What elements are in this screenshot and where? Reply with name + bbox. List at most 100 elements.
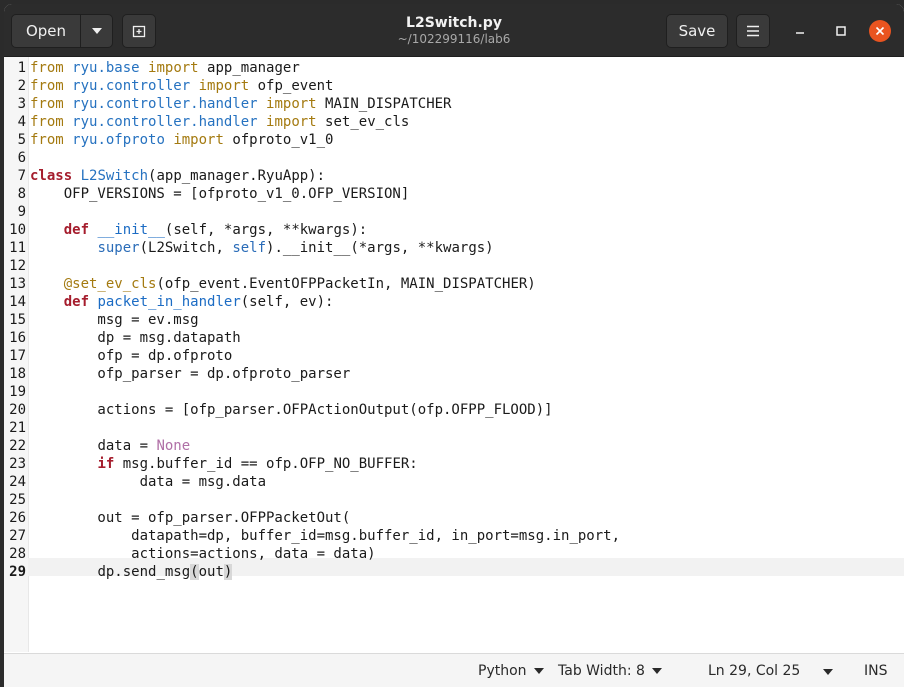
header-bar: Open L2Switch.py ~/102299116/lab6 Save <box>4 4 904 57</box>
line-number: 21 <box>9 420 26 436</box>
code-line: 24 data = msg.data <box>4 473 904 491</box>
line-text: class L2Switch(app_manager.RyuApp): <box>30 168 326 184</box>
line-number: 27 <box>9 528 26 544</box>
line-text: @set_ev_cls(ofp_event.EventOFPPacketIn, … <box>63 276 536 292</box>
line-text: dp.send_msg(out) <box>97 564 233 580</box>
minimize-button[interactable] <box>789 20 811 42</box>
line-text: if msg.buffer_id == ofp.OFP_NO_BUFFER: <box>97 456 418 472</box>
code-line: 23 if msg.buffer_id == ofp.OFP_NO_BUFFER… <box>4 455 904 473</box>
line-text: datapath=dp, buffer_id=msg.buffer_id, in… <box>30 528 621 544</box>
line-number: 29 <box>9 564 26 580</box>
code-line: 1 from ryu.base import app_manager <box>4 59 904 77</box>
line-text: actions = [ofp_parser.OFPActionOutput(of… <box>30 402 553 418</box>
hamburger-icon <box>747 25 759 37</box>
line-text: dp = msg.datapath <box>30 330 241 346</box>
line-number: 23 <box>9 456 26 472</box>
code-line: 12 <box>4 257 904 275</box>
code-line: 13 @set_ev_cls(ofp_event.EventOFPPacketI… <box>4 275 904 293</box>
code-editor[interactable]: 1 from ryu.base import app_manager 2 from … <box>4 57 904 652</box>
line-number: 10 <box>9 222 26 238</box>
open-dropdown-button[interactable] <box>80 14 113 48</box>
code-line: 3 from ryu.controller.handler import MAIN… <box>4 95 904 113</box>
code-line: 8 OFP_VERSIONS = [ofproto_v1_0.OFP_VERSI… <box>4 185 904 203</box>
cursor-position-dropdown[interactable] <box>823 669 833 675</box>
line-number: 7 <box>17 168 26 184</box>
code-line: 4 from ryu.controller.handler import set_… <box>4 113 904 131</box>
maximize-button[interactable] <box>830 20 852 42</box>
line-number: 20 <box>9 402 26 418</box>
code-line: 28 actions=actions, data = data) <box>4 545 904 563</box>
line-text: ofp_parser = dp.ofproto_parser <box>30 366 351 382</box>
line-number: 26 <box>9 510 26 526</box>
minimize-icon <box>796 32 804 34</box>
line-text: out = ofp_parser.OFPPacketOut( <box>30 510 351 526</box>
new-tab-icon <box>132 25 146 38</box>
line-number: 11 <box>9 240 26 256</box>
code-line: 22 data = None <box>4 437 904 455</box>
line-number: 12 <box>9 258 26 274</box>
line-text: actions=actions, data = data) <box>30 546 376 562</box>
line-number: 6 <box>17 150 26 166</box>
line-text: from ryu.controller.handler import set_e… <box>30 114 410 130</box>
line-text: msg = ev.msg <box>30 312 199 328</box>
code-line: 11 super(L2Switch, self).__init__(*args,… <box>4 239 904 257</box>
main-menu-button[interactable] <box>736 14 770 48</box>
code-line: 25 <box>4 491 904 509</box>
line-number: 3 <box>17 96 26 112</box>
line-text: from ryu.controller.handler import MAIN_… <box>30 96 452 112</box>
line-text: data = msg.data <box>30 474 267 490</box>
chevron-down-icon <box>823 669 833 675</box>
window-subtitle: ~/102299116/lab6 <box>397 32 511 46</box>
code-line: 18 ofp_parser = dp.ofproto_parser <box>4 365 904 383</box>
line-number: 17 <box>9 348 26 364</box>
code-line: 6 <box>4 149 904 167</box>
line-number: 18 <box>9 366 26 382</box>
code-line: 2 from ryu.controller import ofp_event <box>4 77 904 95</box>
code-line: 17 ofp = dp.ofproto <box>4 347 904 365</box>
line-number: 9 <box>17 204 26 220</box>
line-number: 15 <box>9 312 26 328</box>
chevron-down-icon <box>533 668 544 674</box>
code-line: 9 <box>4 203 904 221</box>
line-number: 19 <box>9 384 26 400</box>
code-line: 16 dp = msg.datapath <box>4 329 904 347</box>
open-button[interactable]: Open <box>11 14 81 48</box>
close-icon <box>875 26 885 36</box>
line-text: OFP_VERSIONS = [ofproto_v1_0.OFP_VERSION… <box>30 186 410 202</box>
line-text: def packet_in_handler(self, ev): <box>63 294 334 310</box>
matching-bracket: ) <box>223 564 233 580</box>
gedit-window: Open L2Switch.py ~/102299116/lab6 Save 1… <box>4 4 904 687</box>
line-number: 28 <box>9 546 26 562</box>
insert-mode-indicator[interactable]: INS <box>864 663 888 679</box>
line-text: ofp = dp.ofproto <box>30 348 233 364</box>
line-number: 4 <box>17 114 26 130</box>
line-number: 5 <box>17 132 26 148</box>
code-line: 10 def __init__(self, *args, **kwargs): <box>4 221 904 239</box>
save-button-label: Save <box>678 22 716 40</box>
line-number: 1 <box>17 60 26 76</box>
save-button[interactable]: Save <box>666 14 728 48</box>
code-line: 14 def packet_in_handler(self, ev): <box>4 293 904 311</box>
line-text: super(L2Switch, self).__init__(*args, **… <box>97 240 494 256</box>
cursor-position[interactable]: Ln 29, Col 25 <box>708 663 800 679</box>
line-number: 16 <box>9 330 26 346</box>
tab-width-selector[interactable]: Tab Width: 8 <box>558 663 662 679</box>
line-text: from ryu.base import app_manager <box>30 60 300 76</box>
code-line: 20 actions = [ofp_parser.OFPActionOutput… <box>4 401 904 419</box>
code-line: 21 <box>4 419 904 437</box>
chevron-down-icon <box>91 28 102 34</box>
open-button-label: Open <box>25 22 67 40</box>
line-number: 22 <box>9 438 26 454</box>
line-number: 2 <box>17 78 26 94</box>
line-number: 13 <box>9 276 26 292</box>
line-number: 24 <box>9 474 26 490</box>
code-line: 19 <box>4 383 904 401</box>
new-tab-button[interactable] <box>122 14 156 48</box>
line-number: 25 <box>9 492 26 508</box>
line-number: 8 <box>17 186 26 202</box>
chevron-down-icon <box>651 668 662 674</box>
line-number: 14 <box>9 294 26 310</box>
language-selector[interactable]: Python <box>478 663 544 679</box>
close-button[interactable] <box>869 20 891 42</box>
line-text: from ryu.ofproto import ofproto_v1_0 <box>30 132 334 148</box>
